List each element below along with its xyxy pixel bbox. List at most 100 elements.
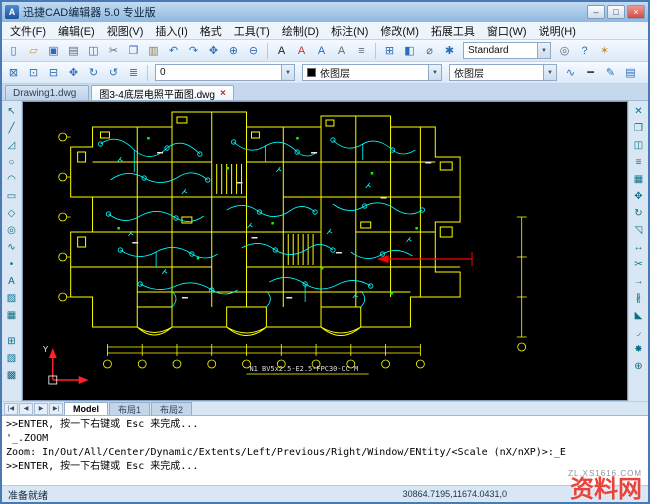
command-console[interactable]: >>ENTER, 按一下右键或 Esc 来完成...'_.ZOOMZoom: I… [2, 415, 648, 485]
close-button[interactable]: × [627, 5, 645, 19]
pan-icon[interactable]: ✥ [204, 42, 223, 60]
properties-panel-icon[interactable]: ▤ [621, 64, 640, 82]
zoom-in-icon[interactable]: ⊕ [224, 42, 243, 60]
prev-tab-button[interactable]: ◀ [19, 403, 33, 415]
redo-icon[interactable]: ↷ [184, 42, 203, 60]
settings-icon[interactable]: ✶ [595, 42, 614, 60]
table-icon[interactable]: ⊞ [380, 42, 399, 60]
menu-window[interactable]: 窗口(W) [481, 22, 533, 40]
help-icon[interactable]: ? [575, 42, 594, 60]
erase-icon[interactable]: ✕ [630, 103, 647, 119]
menu-file[interactable]: 文件(F) [4, 22, 52, 40]
arc-icon[interactable]: ◠ [3, 171, 20, 187]
regen-icon[interactable]: ↺ [104, 64, 123, 82]
point-icon[interactable]: • [3, 256, 20, 272]
orbit-icon[interactable]: ↻ [84, 64, 103, 82]
paste-icon[interactable]: ▥ [144, 42, 163, 60]
block-icon[interactable]: ▦ [3, 307, 20, 323]
lineweight-icon[interactable]: ━ [581, 64, 600, 82]
array-icon[interactable]: ▦ [630, 171, 647, 187]
text-tool-icon[interactable]: A [3, 273, 20, 289]
zoom-window-icon[interactable]: ⊡ [24, 64, 43, 82]
title-bar[interactable]: A 迅捷CAD编辑器 5.0 专业版 – □ × [2, 2, 648, 22]
new-file-icon[interactable]: ▯ [4, 42, 23, 60]
model-tab[interactable]: Model [64, 402, 108, 415]
menu-format[interactable]: 格式 [194, 22, 228, 40]
menu-help[interactable]: 说明(H) [533, 22, 582, 40]
polygon-icon[interactable]: ◇ [3, 205, 20, 221]
menu-insert[interactable]: 插入(I) [149, 22, 193, 40]
break-icon[interactable]: ∦ [630, 290, 647, 306]
match-properties-icon[interactable]: ✎ [601, 64, 620, 82]
properties-icon[interactable]: ✱ [440, 42, 459, 60]
fillet-icon[interactable]: ◞ [630, 324, 647, 340]
save-icon[interactable]: ▣ [44, 42, 63, 60]
zoom-out-icon[interactable]: ⊖ [244, 42, 263, 60]
chamfer-icon[interactable]: ◣ [630, 307, 647, 323]
print-preview-icon[interactable]: ◫ [84, 42, 103, 60]
ellipse-icon[interactable]: ◎ [3, 222, 20, 238]
mirror-icon[interactable]: ◫ [630, 137, 647, 153]
zoom-previous-icon[interactable]: ⊟ [44, 64, 63, 82]
rotate-icon[interactable]: ↻ [630, 205, 647, 221]
copy-tool-icon[interactable]: ❐ [630, 120, 647, 136]
circle-icon[interactable]: ○ [3, 154, 20, 170]
move-icon[interactable]: ✥ [630, 188, 647, 204]
extend-icon[interactable]: → [630, 273, 647, 289]
stretch-icon[interactable]: ↔ [630, 239, 647, 255]
region-icon[interactable]: ▩ [3, 367, 20, 383]
first-tab-button[interactable]: |◀ [4, 403, 18, 415]
layout1-tab[interactable]: 布局1 [109, 402, 150, 415]
tab-close-icon[interactable]: × [220, 88, 226, 99]
menu-view[interactable]: 视图(V) [101, 22, 150, 40]
polyline-icon[interactable]: ◿ [3, 137, 20, 153]
table-tool-icon[interactable]: ⊞ [3, 333, 20, 349]
menu-express[interactable]: 拓展工具 [425, 22, 481, 40]
open-file-icon[interactable]: ▱ [24, 42, 43, 60]
maximize-button[interactable]: □ [607, 5, 625, 19]
last-tab-button[interactable]: ▶| [49, 403, 63, 415]
tab-floor-plan[interactable]: 图3-4底层电照平面图.dwg × [91, 85, 233, 100]
menu-dimension[interactable]: 标注(N) [325, 22, 374, 40]
drawing-canvas[interactable]: Y N1 BV5x2.5-E2.5-FPC30-CC M [22, 101, 628, 401]
chevron-down-icon[interactable]: ▼ [428, 65, 441, 80]
color-combo[interactable]: 依图层 ▼ [302, 64, 442, 81]
layout2-tab[interactable]: 布局2 [151, 402, 192, 415]
insert-block-icon[interactable]: ◧ [400, 42, 419, 60]
rectangle-icon[interactable]: ▭ [3, 188, 20, 204]
menu-modify[interactable]: 修改(M) [374, 22, 425, 40]
image-icon[interactable]: ▧ [3, 350, 20, 366]
chevron-down-icon[interactable]: ▼ [543, 65, 556, 80]
offset-icon[interactable]: ≡ [630, 154, 647, 170]
layers-icon[interactable]: ≣ [124, 64, 143, 82]
undo-icon[interactable]: ↶ [164, 42, 183, 60]
align-icon[interactable]: ≡ [352, 42, 371, 60]
measure-icon[interactable]: ⌀ [420, 42, 439, 60]
find-icon[interactable]: ◎ [555, 42, 574, 60]
text-height-icon[interactable]: A [312, 42, 331, 60]
menu-edit[interactable]: 编辑(E) [52, 22, 101, 40]
menu-draw[interactable]: 绘制(D) [276, 22, 325, 40]
plot-icon[interactable]: ▤ [64, 42, 83, 60]
text-style-combo[interactable]: Standard ▼ [463, 42, 551, 59]
join-icon[interactable]: ⊕ [630, 358, 647, 374]
tab-drawing1[interactable]: Drawing1.dwg [5, 85, 89, 100]
minimize-button[interactable]: – [587, 5, 605, 19]
cut-icon[interactable]: ✂ [104, 42, 123, 60]
hatch-icon[interactable]: ▨ [3, 290, 20, 306]
line-icon[interactable]: ╱ [3, 120, 20, 136]
next-tab-button[interactable]: ▶ [34, 403, 48, 415]
chevron-down-icon[interactable]: ▼ [281, 65, 294, 80]
linetype-manager-icon[interactable]: ∿ [561, 64, 580, 82]
pan-hand-icon[interactable]: ✥ [64, 64, 83, 82]
trim-icon[interactable]: ✂ [630, 256, 647, 272]
menu-tools[interactable]: 工具(T) [228, 22, 276, 40]
zoom-extents-icon[interactable]: ⊠ [4, 64, 23, 82]
text-color-icon[interactable]: A [292, 42, 311, 60]
text-style-icon[interactable]: A [272, 42, 291, 60]
layer-combo[interactable]: 0 ▼ [155, 64, 295, 81]
underline-icon[interactable]: A [332, 42, 351, 60]
linetype-combo[interactable]: 依图层 ▼ [449, 64, 557, 81]
spline-icon[interactable]: ∿ [3, 239, 20, 255]
scale-icon[interactable]: ◹ [630, 222, 647, 238]
